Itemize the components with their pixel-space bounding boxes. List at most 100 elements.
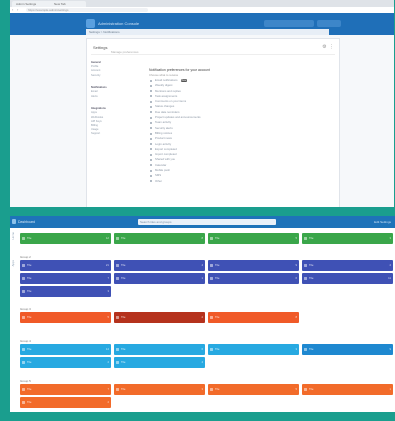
header-actions[interactable]: Edit Settings (374, 220, 391, 224)
sidebar-item[interactable]: Profile (91, 65, 135, 69)
tile-label: Tile (27, 236, 32, 240)
radio-dot-icon[interactable] (150, 127, 152, 130)
sidebar-item[interactable]: Apps (91, 111, 135, 115)
tile-icon (304, 237, 307, 240)
dashboard-tile[interactable]: Tile 9 (302, 344, 393, 355)
sidebar-item[interactable]: Alerts (91, 95, 135, 99)
option-row[interactable]: Other (149, 179, 329, 184)
app-menu-icon[interactable] (12, 219, 16, 224)
dashboard-tile[interactable]: Tile 6 (208, 273, 299, 284)
sidebar-item[interactable]: Account (91, 69, 135, 73)
left-rail: Home Apps (10, 230, 18, 290)
tile-icon (116, 361, 119, 364)
rail-item-apps[interactable]: Apps (11, 260, 15, 266)
dashboard-tile[interactable]: Tile 5 (20, 312, 111, 323)
tile-label: Tile (121, 236, 126, 240)
dashboard-tile[interactable]: Tile 12 (20, 233, 111, 244)
option-label: Project updates and announcements (155, 115, 201, 120)
dashboard-tile[interactable]: Tile 4 (114, 357, 205, 368)
tile-label: Tile (309, 236, 314, 240)
dashboard-tile[interactable]: Tile 1 (114, 273, 205, 284)
radio-dot-icon[interactable] (150, 164, 152, 167)
dashboard-tile[interactable]: Tile 5 (208, 233, 299, 244)
radio-dot-icon[interactable] (150, 169, 152, 172)
radio-dot-icon[interactable] (150, 100, 152, 103)
radio-dot-icon[interactable] (150, 153, 152, 156)
dashboard-tile[interactable]: Tile 4 (114, 260, 205, 271)
radio-dot-icon[interactable] (150, 111, 152, 114)
back-arrow-icon[interactable]: ‹ (12, 8, 16, 12)
sidebar-item[interactable]: Billing (91, 124, 135, 128)
sidebar-group-heading: Integrations (91, 107, 106, 111)
dashboard-tile[interactable]: Tile 6 (114, 344, 205, 355)
dashboard-tile[interactable]: Tile 21 (20, 260, 111, 271)
sidebar-item[interactable]: Webhooks (91, 116, 135, 120)
tile-count: 6 (201, 347, 203, 351)
dashboard-tile[interactable]: Tile 9 (208, 260, 299, 271)
dashboard-tile[interactable]: Tile 7 (20, 273, 111, 284)
option-label: Weekly digest (155, 83, 173, 88)
option-label: Login activity (155, 141, 172, 146)
header-search-input[interactable] (264, 20, 314, 27)
radio-dot-icon[interactable] (150, 159, 152, 162)
dashboard-tile[interactable]: Tile 8 (114, 233, 205, 244)
tile-label: Tile (215, 263, 220, 267)
settings-screenshot: Admin Settings New Tab ‹ › https://examp… (10, 0, 394, 207)
tile-count: 8 (295, 315, 297, 319)
sidebar-item[interactable]: API Keys (91, 120, 135, 124)
rail-item-home[interactable]: Home (11, 232, 15, 239)
url-input[interactable]: https://example.admin/settings (26, 8, 148, 12)
tile-icon (22, 401, 25, 404)
tile-count: 5 (295, 387, 297, 391)
dashboard-tile[interactable]: Tile 5 (208, 384, 299, 395)
sidebar-item[interactable]: Usage (91, 128, 135, 132)
radio-dot-icon[interactable] (150, 137, 152, 140)
tile-label: Tile (121, 315, 126, 319)
sidebar-item[interactable]: Security (91, 74, 135, 78)
more-options-icon[interactable]: ⋮ (329, 45, 334, 50)
tile-label: Tile (27, 315, 32, 319)
radio-dot-icon[interactable] (150, 132, 152, 135)
tile-icon (210, 316, 213, 319)
tile-count: 3 (295, 347, 297, 351)
dashboard-search-input[interactable]: Search tiles and groups (138, 219, 276, 225)
dashboard-tile[interactable]: Tile 8 (208, 312, 299, 323)
radio-dot-icon[interactable] (150, 90, 152, 93)
dashboard-tile[interactable]: Tile 11 (302, 273, 393, 284)
radio-dot-icon[interactable] (150, 121, 152, 124)
dashboard-tile[interactable]: Tile 1 (302, 384, 393, 395)
dashboard-tile[interactable]: Tile 2 (20, 397, 111, 408)
tile-label: Tile (309, 387, 314, 391)
radio-dot-icon[interactable] (150, 95, 152, 98)
radio-dot-icon[interactable] (150, 180, 152, 183)
tile-icon (22, 316, 25, 319)
dashboard-tile[interactable]: Tile 3 (20, 286, 111, 297)
settings-gear-icon[interactable]: ⚙ (322, 45, 327, 50)
dashboard-tile[interactable]: Tile 3 (114, 384, 205, 395)
forward-arrow-icon[interactable]: › (17, 8, 21, 12)
settings-card: Settings Manage preferences ⚙ ⋮ General P… (86, 38, 340, 207)
settings-sidebar: General Profile Account Security Notificatio… (91, 61, 135, 145)
dashboard-tile[interactable]: Tile 3 (208, 344, 299, 355)
radio-dot-icon[interactable] (150, 148, 152, 151)
dashboard-tile[interactable]: Tile 2 (114, 312, 205, 323)
sidebar-item[interactable]: Email (91, 90, 135, 94)
tile-count: 14 (105, 347, 109, 351)
dashboard-tile[interactable]: Tile 14 (20, 344, 111, 355)
dashboard-tile[interactable]: Tile 2 (20, 357, 111, 368)
app-title: Administration Console (98, 21, 140, 26)
radio-dot-icon[interactable] (150, 116, 152, 119)
dashboard-tile[interactable]: Tile 3 (302, 233, 393, 244)
header-user-button[interactable] (317, 20, 341, 27)
tile-label: Tile (27, 276, 32, 280)
dashboard-tile[interactable]: Tile 7 (20, 384, 111, 395)
dashboard-screenshot: Dashboard Search tiles and groups Edit S… (10, 216, 395, 412)
sidebar-item[interactable]: Support (91, 132, 135, 136)
dashboard-tile[interactable]: Tile 2 (302, 260, 393, 271)
radio-dot-icon[interactable] (150, 174, 152, 177)
radio-dot-icon[interactable] (150, 84, 152, 87)
tile-label: Tile (27, 400, 32, 404)
radio-dot-icon[interactable] (150, 106, 152, 109)
radio-dot-icon[interactable] (150, 79, 152, 82)
radio-dot-icon[interactable] (150, 143, 152, 146)
